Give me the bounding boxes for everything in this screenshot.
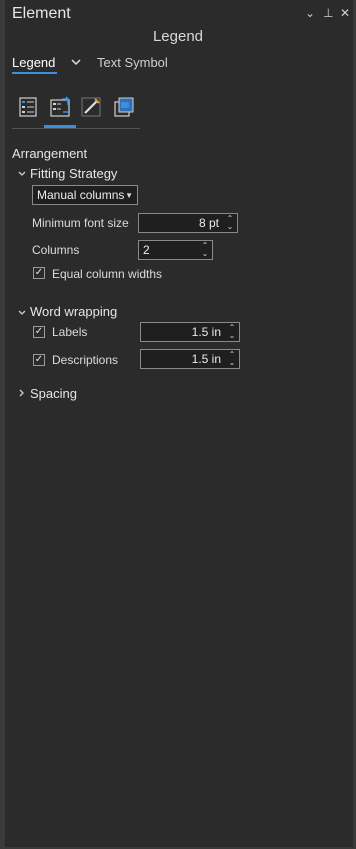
labels-width-value[interactable]: 1.5 in [141,325,225,339]
min-font-size-stepper[interactable]: ⌃ ⌄ [223,214,237,232]
dropdown-caret-icon: ▼ [125,190,133,200]
panel-frame-left [0,0,5,849]
arrangement-heading: Arrangement [12,146,88,161]
word-wrapping-chevron-icon[interactable] [17,308,27,320]
columns-stepper[interactable]: ⌃ ⌄ [198,241,212,259]
tab-legend-underline [12,72,57,74]
columns-field[interactable]: 2 ⌃ ⌄ [138,240,213,260]
min-font-size-field[interactable]: 8 pt ⌃ ⌄ [138,213,238,233]
columns-label: Columns [32,243,80,257]
labels-width-field[interactable]: 1.5 in ⌃ ⌄ [140,322,240,342]
options-chevron-icon[interactable]: ⌄ [305,6,315,20]
labels-width-stepper[interactable]: ⌃ ⌄ [225,323,239,341]
descriptions-width-value[interactable]: 1.5 in [141,352,225,366]
display-icon[interactable] [112,95,136,119]
tab-dropdown-chevron-icon[interactable] [70,56,82,71]
labels-label: Labels [52,325,88,339]
columns-value[interactable]: 2 [139,243,198,257]
fitting-strategy-chevron-icon[interactable] [17,169,27,181]
legend-items-icon[interactable] [16,95,40,119]
toolbar-divider [12,128,140,129]
element-subtitle: Legend [152,28,204,45]
spacing-heading[interactable]: Spacing [30,386,77,401]
descriptions-width-stepper[interactable]: ⌃ ⌄ [225,350,239,368]
labels-checkbox[interactable]: ✓ [33,326,45,338]
fitting-strategy-dropdown[interactable]: Manual columns ▼ [32,185,138,205]
equal-column-widths-checkbox[interactable]: ✓ [33,267,45,279]
min-font-size-label: Minimum font size [32,216,129,230]
descriptions-checkbox[interactable]: ✓ [33,354,45,366]
min-font-size-value[interactable]: 8 pt [139,216,223,230]
pane-title: Element [12,5,71,22]
fitting-strategy-heading[interactable]: Fitting Strategy [30,166,117,181]
tab-legend[interactable]: Legend [12,55,55,70]
fitting-strategy-selected: Manual columns [37,188,125,202]
equal-column-widths-label: Equal column widths [52,267,163,281]
descriptions-label: Descriptions [52,353,119,367]
close-icon[interactable]: ✕ [340,6,350,20]
spacing-chevron-icon[interactable] [17,388,27,400]
word-wrapping-heading[interactable]: Word wrapping [30,304,117,319]
pen-icon[interactable] [79,95,103,119]
arrangement-icon[interactable] [48,95,72,119]
pin-icon[interactable]: ⊥ [323,6,333,20]
tab-text-symbol[interactable]: Text Symbol [97,55,168,70]
descriptions-width-field[interactable]: 1.5 in ⌃ ⌄ [140,349,240,369]
